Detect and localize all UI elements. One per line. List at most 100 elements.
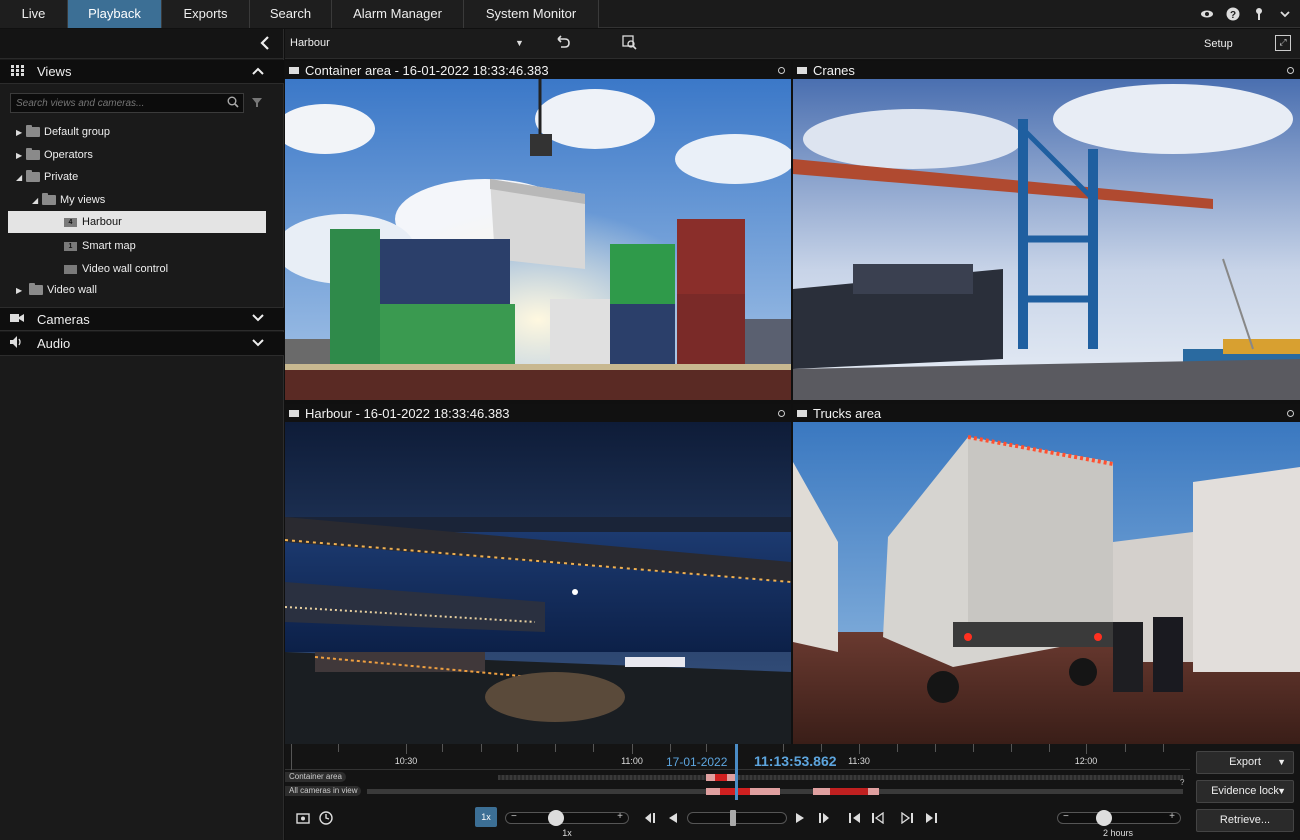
play-forward-icon[interactable] [790,810,810,830]
clear-filter-icon[interactable] [250,95,264,112]
dropdown-arrow-icon[interactable]: ▼ [515,38,524,48]
evidence-lock-button[interactable]: Evidence lock ▼ [1196,780,1294,803]
camera-tile-cranes[interactable]: Cranes [793,61,1300,400]
search-in-view-icon[interactable] [622,35,638,54]
previous-frame-icon[interactable] [640,810,660,830]
clock-icon[interactable] [316,810,336,830]
tree-item-private[interactable]: ◢ Private [16,166,78,188]
cameras-section-header[interactable]: Cameras [0,307,284,331]
dropdown-arrow-icon[interactable]: ▼ [1277,752,1286,773]
tile-header: Cranes [793,61,1300,79]
tab-system-monitor[interactable]: System Monitor [464,0,599,28]
timeline-help[interactable]: ? [1180,778,1184,787]
tick-mark [291,744,292,770]
views-section-header[interactable]: Views [0,60,284,84]
tab-search[interactable]: Search [250,0,332,28]
tick-mark [1163,744,1164,752]
timespan-label: 2 hours [1102,828,1134,838]
audio-section-header[interactable]: Audio [0,332,284,356]
search-icon[interactable] [227,96,239,111]
tree-item-label: Private [44,171,79,183]
tile-title: Cranes [813,62,855,78]
camera-tile-harbour[interactable]: Harbour - 16-01-2022 18:33:46.383 [285,404,791,744]
setup-button[interactable]: Setup [1204,38,1233,50]
play-reverse-icon[interactable] [663,810,683,830]
next-icon[interactable] [897,810,917,830]
snapshot-icon[interactable] [293,810,313,830]
tab-exports[interactable]: Exports [162,0,250,28]
fullscreen-icon[interactable]: ⤢ [1275,35,1291,51]
camera-tile-container-area[interactable]: Container area - 16-01-2022 18:33:46.383 [285,61,791,400]
help-icon[interactable]: ? [1226,7,1240,21]
tick-mark [935,744,936,752]
evidence-lock-label: Evidence lock [1211,785,1279,797]
tab-alarm-manager[interactable]: Alarm Manager [332,0,464,28]
tree-item-operators[interactable]: ▶ Operators [16,144,93,166]
chevron-down-icon[interactable] [250,338,266,350]
search-input[interactable] [11,94,221,112]
tree-item-default-group[interactable]: ▶ Default group [16,121,110,143]
dropdown-arrow-icon[interactable]: ▼ [1277,781,1286,802]
tab-playback[interactable]: Playback [68,0,162,28]
folder-icon [42,193,56,205]
plus-icon[interactable]: + [1169,811,1175,822]
previous-sequence-icon[interactable] [845,810,865,830]
collapse-icon[interactable]: ◢ [16,173,26,182]
tree-item-harbour[interactable]: 4 Harbour [8,211,266,233]
slider-knob[interactable] [730,810,736,826]
playhead-cursor[interactable] [735,744,738,800]
camera-icon [797,409,807,417]
jog-slider[interactable] [687,810,787,826]
tree-item-video-wall-control[interactable]: Video wall control [64,258,168,280]
tree-item-video-wall[interactable]: ▶ Video wall [16,279,97,301]
tree-item-my-views[interactable]: ◢ My views [32,189,105,211]
expand-icon[interactable]: ▶ [16,151,26,160]
timespan-slider[interactable]: − + [1057,810,1181,826]
tree-item-smart-map[interactable]: 1 Smart map [64,235,136,257]
view-selector[interactable]: Harbour [290,37,330,49]
timeline[interactable]: 10:30 11:00 11:30 12:00 17-01-2022 11:13… [285,744,1190,804]
status-dot-icon [1287,409,1294,417]
tick-mark [632,744,633,754]
export-button[interactable]: Export ▼ [1196,751,1294,774]
tree-item-label: Default group [44,126,111,138]
slider-knob[interactable] [1096,810,1112,826]
minus-icon[interactable]: − [1063,811,1069,822]
minus-icon[interactable]: − [511,811,517,822]
next-frame-icon[interactable] [814,810,834,830]
expand-icon[interactable]: ▶ [16,128,26,137]
next-sequence-icon[interactable] [921,810,941,830]
chevron-down-icon[interactable] [250,313,266,325]
tree-item-label: Video wall control [82,263,169,275]
tick-mark [442,744,443,752]
plus-icon[interactable]: + [617,811,623,822]
collapse-icon[interactable]: ◢ [32,196,42,205]
camera-feed-image [793,422,1300,744]
export-label: Export [1229,756,1261,768]
tile-title: Harbour - 16-01-2022 18:33:46.383 [305,405,510,421]
track-label: All cameras in view [285,786,362,796]
speed-indicator[interactable]: 1x [475,807,497,827]
key-icon[interactable] [1252,7,1266,21]
connection-icon[interactable] [1200,7,1214,21]
tab-live[interactable]: Live [0,0,68,28]
retrieve-button[interactable]: Retrieve... [1196,809,1294,832]
previous-icon[interactable] [868,810,888,830]
slider-knob[interactable] [548,810,564,826]
tick-mark [897,744,898,752]
tick-mark [406,744,407,754]
status-dot-icon [1287,66,1294,74]
collapse-panel-icon[interactable] [259,35,271,56]
chevron-down-icon[interactable] [1278,7,1292,21]
motion-segment [830,788,868,795]
tick-mark [555,744,556,752]
tree-item-label: Video wall [47,284,97,296]
camera-tile-trucks-area[interactable]: Trucks area [793,404,1300,744]
tick-mark [783,744,784,752]
expand-icon[interactable]: ▶ [16,286,26,295]
speed-slider[interactable]: − + [505,810,629,826]
chevron-up-icon[interactable] [250,66,266,78]
undo-view-icon[interactable] [555,35,571,54]
camera-icon [289,66,299,74]
cameras-label: Cameras [37,311,90,327]
